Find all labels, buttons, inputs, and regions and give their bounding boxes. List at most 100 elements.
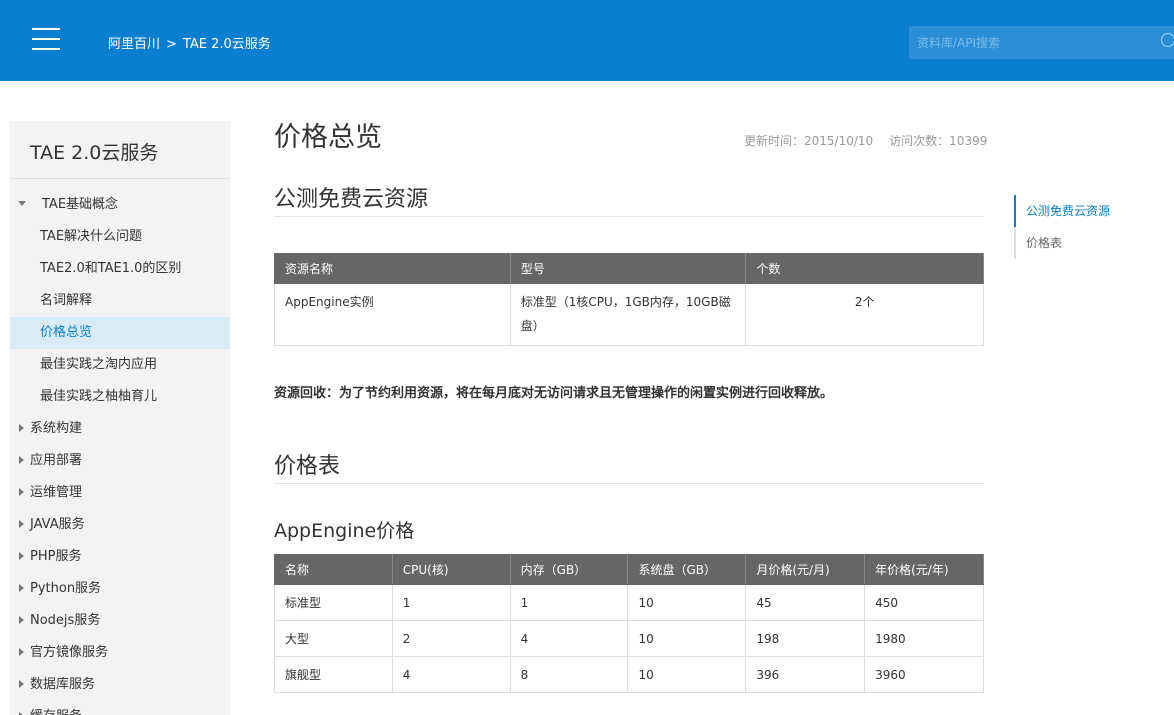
table-header-cell: 型号 — [509, 253, 747, 284]
caret-right-icon[interactable] — [19, 615, 24, 624]
sidebar-item-label: PHP服务 — [30, 549, 82, 564]
table-cell: 1980 — [864, 620, 984, 657]
table-cell: 1 — [509, 584, 629, 621]
table-cell: 1 — [391, 584, 511, 621]
page-meta: 更新时间：2015/10/10 访问次数：10399 — [744, 132, 987, 149]
toc-item[interactable]: 价格表 — [1016, 227, 1110, 259]
table-row: 旗舰型 4 8 10 396 3960 — [274, 656, 984, 693]
resource-recycle-notice: 资源回收：为了节约利用资源，将在每月底对无访问请求且无管理操作的闲置实例进行回收… — [274, 386, 834, 401]
sidebar-item-label: 系统构建 — [30, 421, 83, 436]
table-cell: 198 — [745, 620, 866, 657]
caret-right-icon[interactable] — [19, 583, 24, 592]
sidebar-item-label: 最佳实践之柚柚育儿 — [40, 389, 158, 404]
sidebar-item[interactable]: 缓存服务 — [10, 701, 230, 715]
sidebar-item[interactable]: JAVA服务 — [10, 509, 230, 541]
table-cell: 10 — [627, 656, 747, 693]
table-cell: 3960 — [864, 656, 984, 693]
free-resources-table: 资源名称 型号 个数 AppEngine实例 标准型（1核CPU，1GB内存，10GB… — [274, 253, 984, 346]
sidebar-item-label: 最佳实践之淘内应用 — [40, 357, 158, 372]
sidebar-item[interactable]: TAE2.0和TAE1.0的区别 — [10, 253, 230, 285]
table-row: 大型 2 4 10 198 1980 — [274, 620, 984, 657]
search-box — [909, 26, 1174, 59]
sidebar-item-label: 名词解释 — [40, 293, 93, 308]
table-header-cell: 月价格(元/月) — [745, 554, 866, 585]
table-cell: AppEngine实例 — [274, 283, 511, 346]
sidebar-item-label: Python服务 — [30, 581, 102, 596]
sidebar-item[interactable]: 最佳实践之淘内应用 — [10, 349, 230, 381]
caret-right-icon[interactable] — [19, 679, 24, 688]
sidebar-item-label: 数据库服务 — [30, 677, 96, 692]
sidebar-item[interactable]: 最佳实践之柚柚育儿 — [10, 381, 230, 413]
table-cell: 旗舰型 — [274, 656, 393, 693]
caret-right-icon[interactable] — [19, 519, 24, 528]
page-title: 价格总览 — [274, 122, 382, 153]
sidebar-nav: TAE 2.0云服务 TAE基础概念 TAE解决什么问题 TAE2.0和TAE1.0… — [10, 121, 230, 715]
section-heading-free-resources: 公测免费云资源 — [274, 181, 984, 217]
visit-count: 访问次数：10399 — [889, 134, 988, 148]
sidebar-item-label: JAVA服务 — [30, 517, 85, 532]
table-cell: 450 — [864, 584, 984, 621]
sidebar-list: TAE基础概念 TAE解决什么问题 TAE2.0和TAE1.0的区别 名词解释价格总览… — [10, 189, 230, 715]
table-header-cell: CPU(核) — [391, 554, 511, 585]
table-cell: 10 — [627, 620, 747, 657]
table-cell: 10 — [627, 584, 747, 621]
sidebar-item[interactable]: Python服务 — [10, 573, 230, 605]
table-header-cell: 内存（GB） — [509, 554, 629, 585]
breadcrumb: 阿里百川 > TAE 2.0云服务 — [108, 33, 271, 52]
sidebar-item-label: Nodejs服务 — [30, 613, 101, 628]
table-header-cell: 系统盘（GB） — [627, 554, 747, 585]
sidebar-item[interactable]: 官方镜像服务 — [10, 637, 230, 669]
sidebar-item-label: 官方镜像服务 — [30, 645, 109, 660]
toc-item[interactable]: 公测免费云资源 — [1013, 195, 1110, 227]
sidebar-item[interactable]: PHP服务 — [10, 541, 230, 573]
search-input[interactable] — [909, 26, 1149, 59]
table-cell: 标准型（1核CPU，1GB内存，10GB磁盘） — [509, 283, 747, 346]
caret-right-icon[interactable] — [19, 711, 24, 715]
table-cell: 大型 — [274, 620, 393, 657]
search-icon[interactable] — [1161, 33, 1174, 47]
section-heading-price-table: 价格表 — [274, 448, 984, 484]
breadcrumb-separator: > — [166, 37, 177, 52]
sidebar-item-label: TAE解决什么问题 — [40, 229, 143, 244]
table-cell: 4 — [509, 620, 629, 657]
sidebar-item-label: 应用部署 — [30, 453, 83, 468]
sidebar-title: TAE 2.0云服务 — [10, 121, 230, 179]
subsection-heading-appengine-price: AppEngine价格 — [274, 520, 415, 542]
table-cell: 标准型 — [274, 584, 393, 621]
sidebar-item[interactable]: 运维管理 — [10, 477, 230, 509]
top-header: 阿里百川 > TAE 2.0云服务 — [0, 0, 1174, 81]
table-header-row: 名称 CPU(核) 内存（GB） 系统盘（GB） 月价格(元/月) 年价格(元/年) — [274, 554, 984, 585]
sidebar-item[interactable]: TAE解决什么问题 — [10, 221, 230, 253]
table-header-cell: 个数 — [745, 253, 984, 284]
breadcrumb-current-link[interactable]: TAE 2.0云服务 — [183, 37, 271, 52]
sidebar-item-label: 运维管理 — [30, 485, 83, 500]
table-cell: 4 — [391, 656, 511, 693]
sidebar-item[interactable]: TAE基础概念 — [10, 189, 230, 221]
sidebar-item[interactable]: 数据库服务 — [10, 669, 230, 701]
table-cell: 45 — [745, 584, 866, 621]
breadcrumb-home-link[interactable]: 阿里百川 — [108, 37, 160, 52]
sidebar-item[interactable]: 系统构建 — [10, 413, 230, 445]
sidebar-item[interactable]: Nodejs服务 — [10, 605, 230, 637]
sidebar-item[interactable]: 名词解释 — [10, 285, 230, 317]
caret-right-icon[interactable] — [19, 487, 24, 496]
caret-right-icon[interactable] — [19, 423, 24, 432]
caret-right-icon[interactable] — [19, 551, 24, 560]
sidebar-item-label: 缓存服务 — [30, 709, 82, 715]
table-header-cell: 年价格(元/年) — [864, 554, 984, 585]
caret-right-icon[interactable] — [19, 647, 24, 656]
hamburger-menu-icon[interactable] — [32, 28, 60, 52]
caret-down-icon[interactable] — [18, 201, 26, 206]
table-of-contents: 公测免费云资源 价格表 — [1013, 195, 1110, 259]
table-header-row: 资源名称 型号 个数 — [274, 253, 984, 284]
sidebar-item-label: TAE2.0和TAE1.0的区别 — [40, 261, 182, 276]
table-row: 标准型 1 1 10 45 450 — [274, 584, 984, 621]
sidebar-item[interactable]: 应用部署 — [10, 445, 230, 477]
updated-time: 更新时间：2015/10/10 — [744, 134, 874, 148]
caret-right-icon[interactable] — [19, 455, 24, 464]
table-cell: 2 — [391, 620, 511, 657]
sidebar-item-label: 价格总览 — [40, 325, 93, 340]
sidebar-item[interactable]: 价格总览 — [10, 317, 230, 349]
table-header-cell: 资源名称 — [274, 253, 511, 284]
appengine-price-table: 名称 CPU(核) 内存（GB） 系统盘（GB） 月价格(元/月) 年价格(元/年) 标准… — [274, 554, 984, 693]
